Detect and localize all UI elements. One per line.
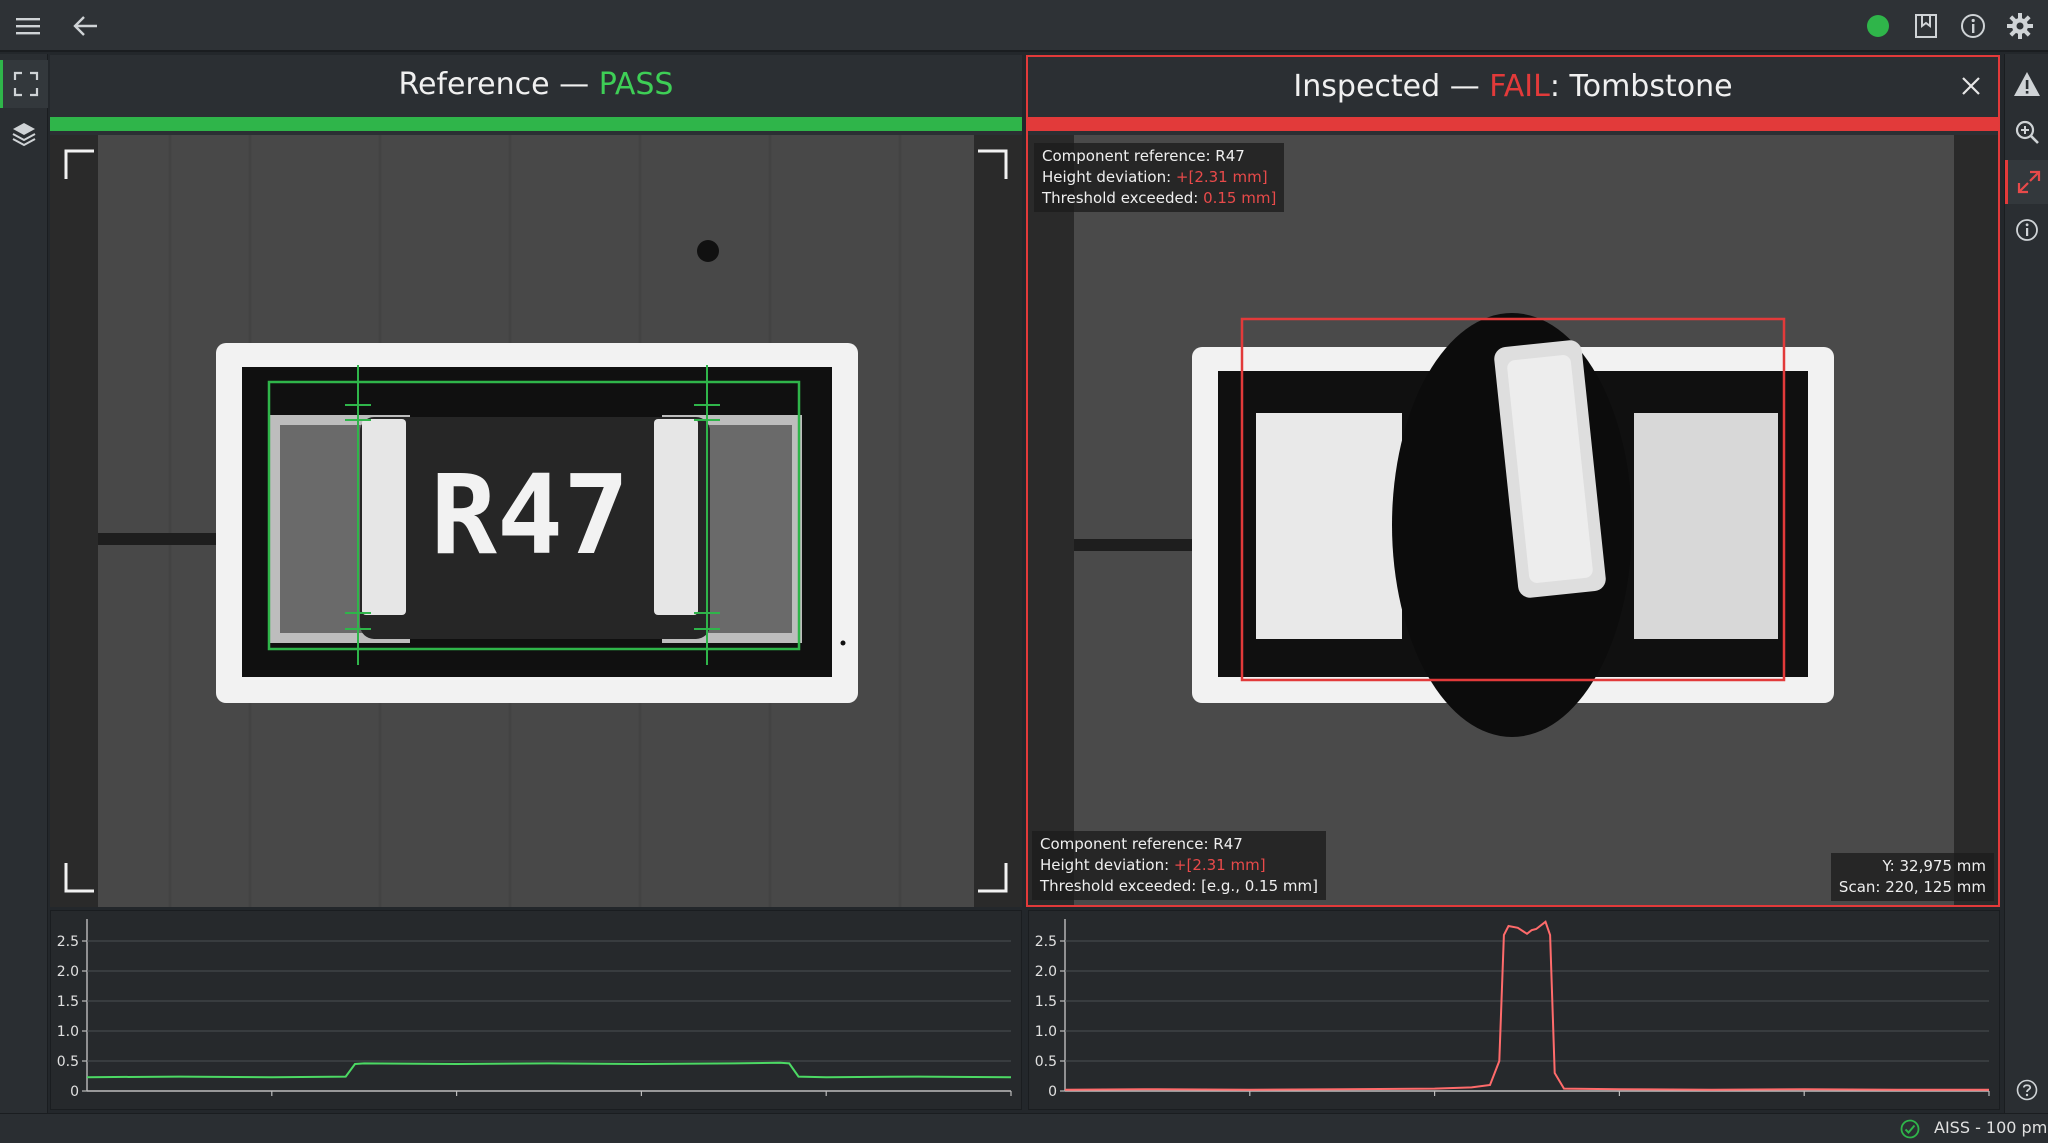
status-dot-icon bbox=[1862, 10, 1894, 42]
height-deviation-label: Height deviation: bbox=[1040, 856, 1174, 874]
reference-pass-status: PASS bbox=[598, 67, 674, 102]
inspected-image bbox=[1028, 135, 1998, 905]
reference-title-prefix: Reference — bbox=[398, 67, 599, 102]
y-tick-label: 2.0 bbox=[57, 964, 79, 980]
threshold-row: Threshold exceeded: 0.15 mm] bbox=[1042, 188, 1276, 209]
reference-image: R47 bbox=[50, 135, 1022, 907]
status-bar: AISS - 100 pm bbox=[0, 1113, 2048, 1143]
help-icon[interactable] bbox=[2005, 1068, 2048, 1112]
threshold-label: Threshold exceeded: bbox=[1042, 189, 1204, 207]
height-deviation-value: +[2.31 mm] bbox=[1175, 168, 1268, 186]
y-tick-label: 1.5 bbox=[1035, 994, 1057, 1010]
height-deviation-value: +[2.31 mm] bbox=[1173, 856, 1266, 874]
inspected-profile-svg: 0 0.5 1.0 1.5 2.0 2.5 bbox=[1035, 919, 1990, 1100]
profile-line bbox=[1064, 920, 1989, 1091]
right-toolbar bbox=[2004, 54, 2048, 1113]
back-arrow-icon[interactable] bbox=[70, 10, 102, 42]
y-tick-label: 0 bbox=[1048, 1084, 1057, 1100]
y-tick-label: 2.5 bbox=[1035, 934, 1057, 950]
height-deviation-row: Height deviation: +[2.31 mm] bbox=[1042, 167, 1276, 188]
gear-icon[interactable] bbox=[2004, 10, 2036, 42]
component-reference-text: Component reference: R47 bbox=[1042, 147, 1245, 165]
pass-status-bar bbox=[50, 117, 1022, 131]
inspected-panel-title: Inspected — FAIL: Tombstone bbox=[1028, 57, 1998, 117]
warning-icon[interactable] bbox=[2005, 62, 2048, 106]
bookmark-icon[interactable] bbox=[1910, 10, 1942, 42]
threshold-text: Threshold exceeded: [e.g., 0.15 mm] bbox=[1040, 877, 1318, 895]
inspected-fail-status: FAIL bbox=[1489, 69, 1550, 104]
height-deviation-row: Height deviation: +[2.31 mm] bbox=[1040, 855, 1318, 876]
profile-line bbox=[86, 1061, 1012, 1079]
zoom-icon[interactable] bbox=[2005, 110, 2048, 154]
fullscreen-icon[interactable] bbox=[0, 60, 48, 108]
close-icon[interactable] bbox=[1956, 71, 1986, 101]
y-tick-label: 0.5 bbox=[57, 1054, 79, 1070]
inspected-panel: Inspected — FAIL: Tombstone Component re… bbox=[1026, 55, 2000, 907]
y-coordinate: Y: 32,975 mm bbox=[1882, 857, 1986, 875]
top-bar bbox=[0, 0, 2048, 52]
y-tick-label: 2.5 bbox=[57, 934, 79, 950]
info-icon[interactable] bbox=[2005, 208, 2048, 252]
compare-expand-icon[interactable] bbox=[2005, 160, 2048, 204]
reference-panel: Reference — PASS R47 bbox=[50, 55, 1022, 907]
reference-height-profile-chart: 0 0.5 1.0 1.5 2.0 2.5 bbox=[50, 910, 1022, 1110]
reference-panel-title: Reference — PASS bbox=[50, 55, 1022, 115]
inspected-title-prefix: Inspected — bbox=[1293, 69, 1490, 104]
y-tick-label: 0 bbox=[70, 1084, 79, 1100]
y-tick-label: 1.0 bbox=[1035, 1024, 1057, 1040]
component-print-label: R47 bbox=[431, 451, 630, 579]
check-circle-icon bbox=[1900, 1119, 1920, 1139]
info-icon[interactable] bbox=[1957, 10, 1989, 42]
menu-icon[interactable] bbox=[12, 10, 44, 42]
y-tick-label: 1.5 bbox=[57, 994, 79, 1010]
defect-info-top: Component reference: R47 Height deviatio… bbox=[1034, 143, 1285, 212]
inspected-defect-type: : Tombstone bbox=[1549, 69, 1733, 104]
y-tick-label: 2.0 bbox=[1035, 964, 1057, 980]
y-tick-label: 0.5 bbox=[1035, 1054, 1057, 1070]
reference-profile-svg: 0 0.5 1.0 1.5 2.0 2.5 bbox=[57, 919, 1012, 1100]
fail-status-bar bbox=[1028, 117, 1998, 131]
status-label: AISS - 100 pm bbox=[1934, 1118, 2048, 1137]
layers-icon[interactable] bbox=[0, 110, 48, 158]
component-reference-text: Component reference: R47 bbox=[1040, 835, 1243, 853]
scan-coordinate: Scan: 220, 125 mm bbox=[1838, 878, 1986, 896]
height-deviation-label: Height deviation: bbox=[1042, 168, 1176, 186]
threshold-value: 0.15 mm] bbox=[1203, 189, 1277, 207]
defect-info-bottom: Component reference: R47 Height deviatio… bbox=[1032, 831, 1326, 900]
scan-coordinates: Y: 32,975 mm Scan: 220, 125 mm bbox=[1830, 853, 1994, 901]
left-toolbar bbox=[0, 54, 48, 1113]
y-tick-label: 1.0 bbox=[57, 1024, 79, 1040]
inspected-height-profile-chart: 0 0.5 1.0 1.5 2.0 2.5 bbox=[1028, 910, 2000, 1110]
